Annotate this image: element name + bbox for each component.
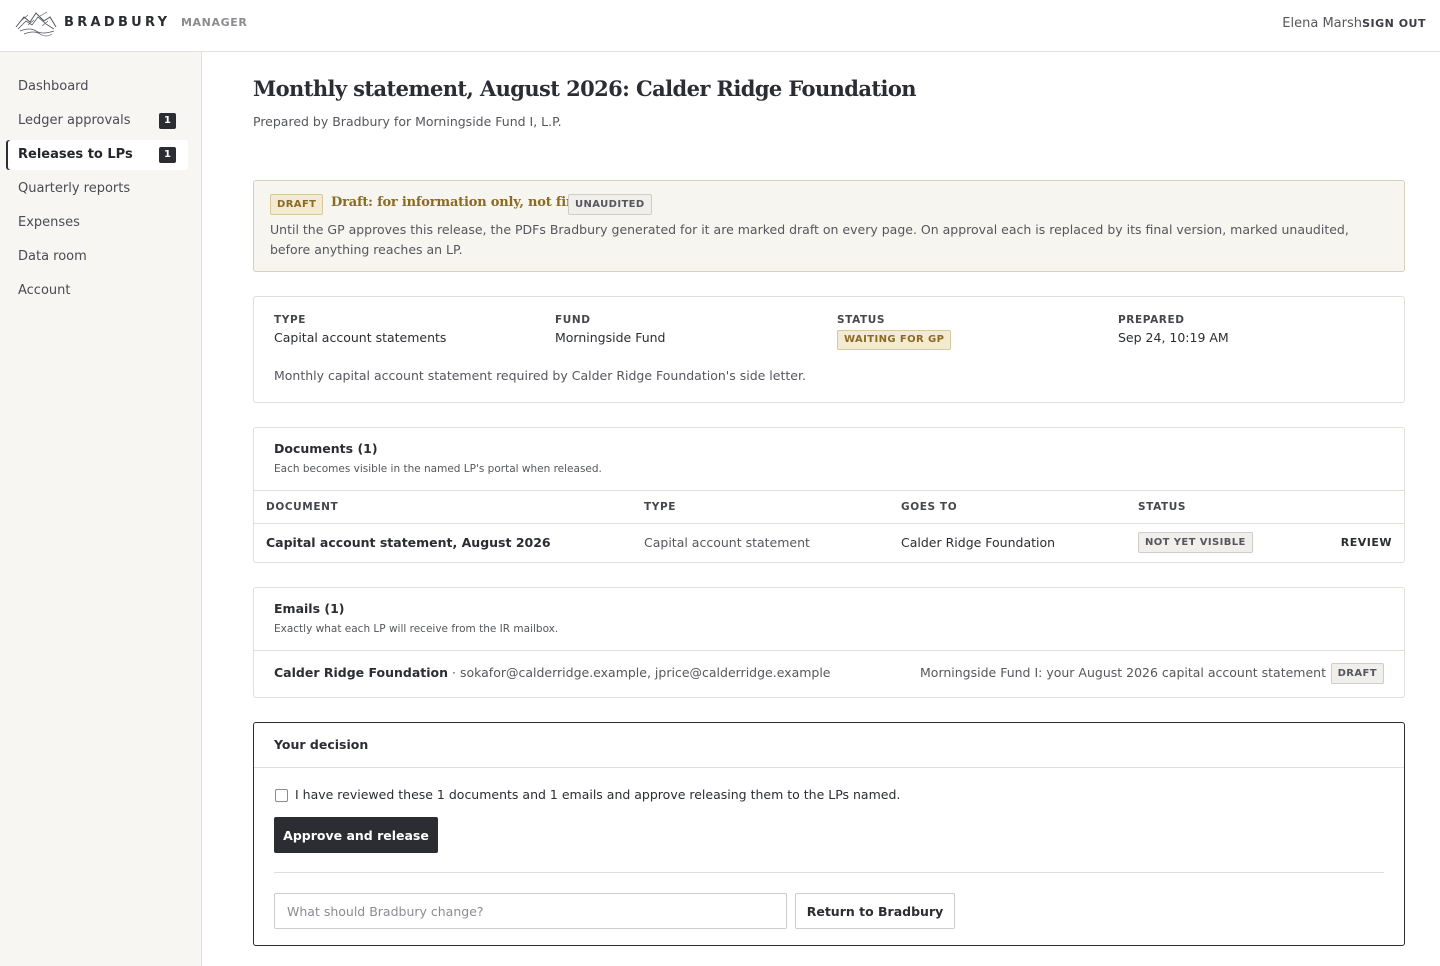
sidebar-item-label: Account — [18, 283, 71, 298]
draft-notice: DRAFT Draft: for information only, not f… — [253, 180, 1405, 272]
notice-body: Until the GP approves this release, the … — [270, 222, 1349, 257]
meta-value: Morningside Fund — [555, 330, 666, 345]
draft-badge: DRAFT — [1330, 663, 1384, 684]
section-title: Your decision — [274, 737, 369, 752]
email-addresses: · sokafor@calderridge.example, jprice@ca… — [448, 665, 831, 680]
section-subtitle: Each becomes visible in the named LP's p… — [274, 463, 602, 475]
unaudited-badge: UNAUDITED — [568, 194, 652, 215]
page-subtitle: Prepared by Bradbury for Morningside Fun… — [253, 114, 562, 129]
meta-type: TYPE Capital account statements — [274, 314, 446, 345]
sidebar-item-label: Ledger approvals — [18, 113, 131, 128]
top-bar: BRADBURY MANAGER Elena Marsh SIGN OUT — [0, 0, 1440, 52]
section-subtitle: Exactly what each LP will receive from t… — [274, 623, 559, 635]
column-header: GOES TO — [901, 501, 958, 513]
brand-role: MANAGER — [181, 16, 248, 29]
sidebar-item-quarterly-reports[interactable]: Quarterly reports — [6, 174, 188, 204]
sidebar-item-label: Data room — [18, 249, 87, 264]
draft-badge: DRAFT — [270, 194, 324, 215]
bradbury-logo-icon[interactable] — [14, 9, 58, 39]
meta-value: Sep 24, 10:19 AM — [1118, 330, 1229, 345]
meta-prepared: PREPARED Sep 24, 10:19 AM — [1118, 314, 1229, 345]
release-summary: TYPE Capital account statements FUND Mor… — [253, 296, 1405, 403]
sidebar-item-releases-to-lps[interactable]: Releases to LPs 1 — [6, 140, 188, 170]
meta-label: FUND — [555, 314, 591, 326]
document-recipient: Calder Ridge Foundation — [901, 535, 1056, 550]
section-title: Documents (1) — [274, 441, 378, 456]
column-header: STATUS — [1138, 501, 1187, 513]
meta-label: TYPE — [274, 314, 307, 326]
email-recipient-name: Calder Ridge Foundation — [274, 665, 449, 680]
meta-status: STATUS WAITING FOR GP — [837, 314, 952, 350]
sidebar-item-label: Releases to LPs — [18, 147, 133, 162]
column-header: TYPE — [644, 501, 677, 513]
change-request-input[interactable] — [274, 893, 787, 929]
sidebar-item-label: Dashboard — [18, 79, 89, 94]
document-name: Capital account statement, August 2026 — [266, 535, 551, 550]
sidebar-item-dashboard[interactable]: Dashboard — [6, 72, 188, 102]
meta-label: PREPARED — [1118, 314, 1185, 326]
sidebar-item-data-room[interactable]: Data room — [6, 242, 188, 272]
email-subject: Morningside Fund I: your August 2026 cap… — [920, 665, 1326, 680]
decision-header: Your decision — [254, 723, 1404, 768]
review-link[interactable]: REVIEW — [1341, 536, 1392, 549]
column-header: DOCUMENT — [266, 501, 339, 513]
sidebar-item-label: Expenses — [18, 215, 80, 230]
sidebar-item-expenses[interactable]: Expenses — [6, 208, 188, 238]
approve-checkbox-label[interactable]: I have reviewed these 1 documents and 1 … — [295, 787, 900, 802]
email-recipients: Calder Ridge Foundation · sokafor@calder… — [274, 665, 831, 680]
emails-section: Emails (1) Exactly what each LP will rec… — [253, 587, 1405, 698]
meta-fund: FUND Morningside Fund — [555, 314, 665, 345]
return-to-bradbury-button[interactable]: Return to Bradbury — [795, 893, 955, 929]
sign-out-link[interactable]: SIGN OUT — [1362, 17, 1426, 30]
sidebar-item-label: Quarterly reports — [18, 181, 131, 196]
email-row[interactable]: Calder Ridge Foundation · sokafor@calder… — [254, 650, 1404, 697]
sidebar-item-account[interactable]: Account — [6, 276, 188, 306]
notice-heading: Draft: for information only, not final. — [331, 195, 593, 210]
count-badge: 1 — [159, 113, 176, 129]
decision-section: Your decision I have reviewed these 1 do… — [253, 722, 1405, 946]
status-badge: NOT YET VISIBLE — [1138, 532, 1253, 553]
approve-and-release-button[interactable]: Approve and release — [274, 817, 438, 853]
meta-label: STATUS — [837, 314, 886, 326]
document-type: Capital account statement — [644, 535, 810, 550]
documents-section: Documents (1) Each becomes visible in th… — [253, 427, 1405, 563]
user-name: Elena Marsh — [1282, 16, 1362, 31]
meta-value: Capital account statements — [274, 330, 447, 345]
approve-checkbox[interactable] — [275, 789, 288, 802]
table-row: Capital account statement, August 2026 C… — [254, 524, 1404, 562]
brand-name: BRADBURY — [64, 15, 171, 30]
status-badge: WAITING FOR GP — [837, 330, 952, 350]
page-title: Monthly statement, August 2026: Calder R… — [253, 76, 917, 101]
summary-description: Monthly capital account statement requir… — [274, 368, 806, 383]
section-title: Emails (1) — [274, 601, 345, 616]
sidebar: Dashboard Ledger approvals 1 Releases to… — [0, 52, 202, 966]
count-badge: 1 — [159, 147, 176, 163]
table-header: DOCUMENT TYPE GOES TO STATUS — [254, 490, 1404, 524]
divider — [274, 872, 1384, 873]
sidebar-item-ledger-approvals[interactable]: Ledger approvals 1 — [6, 106, 188, 136]
